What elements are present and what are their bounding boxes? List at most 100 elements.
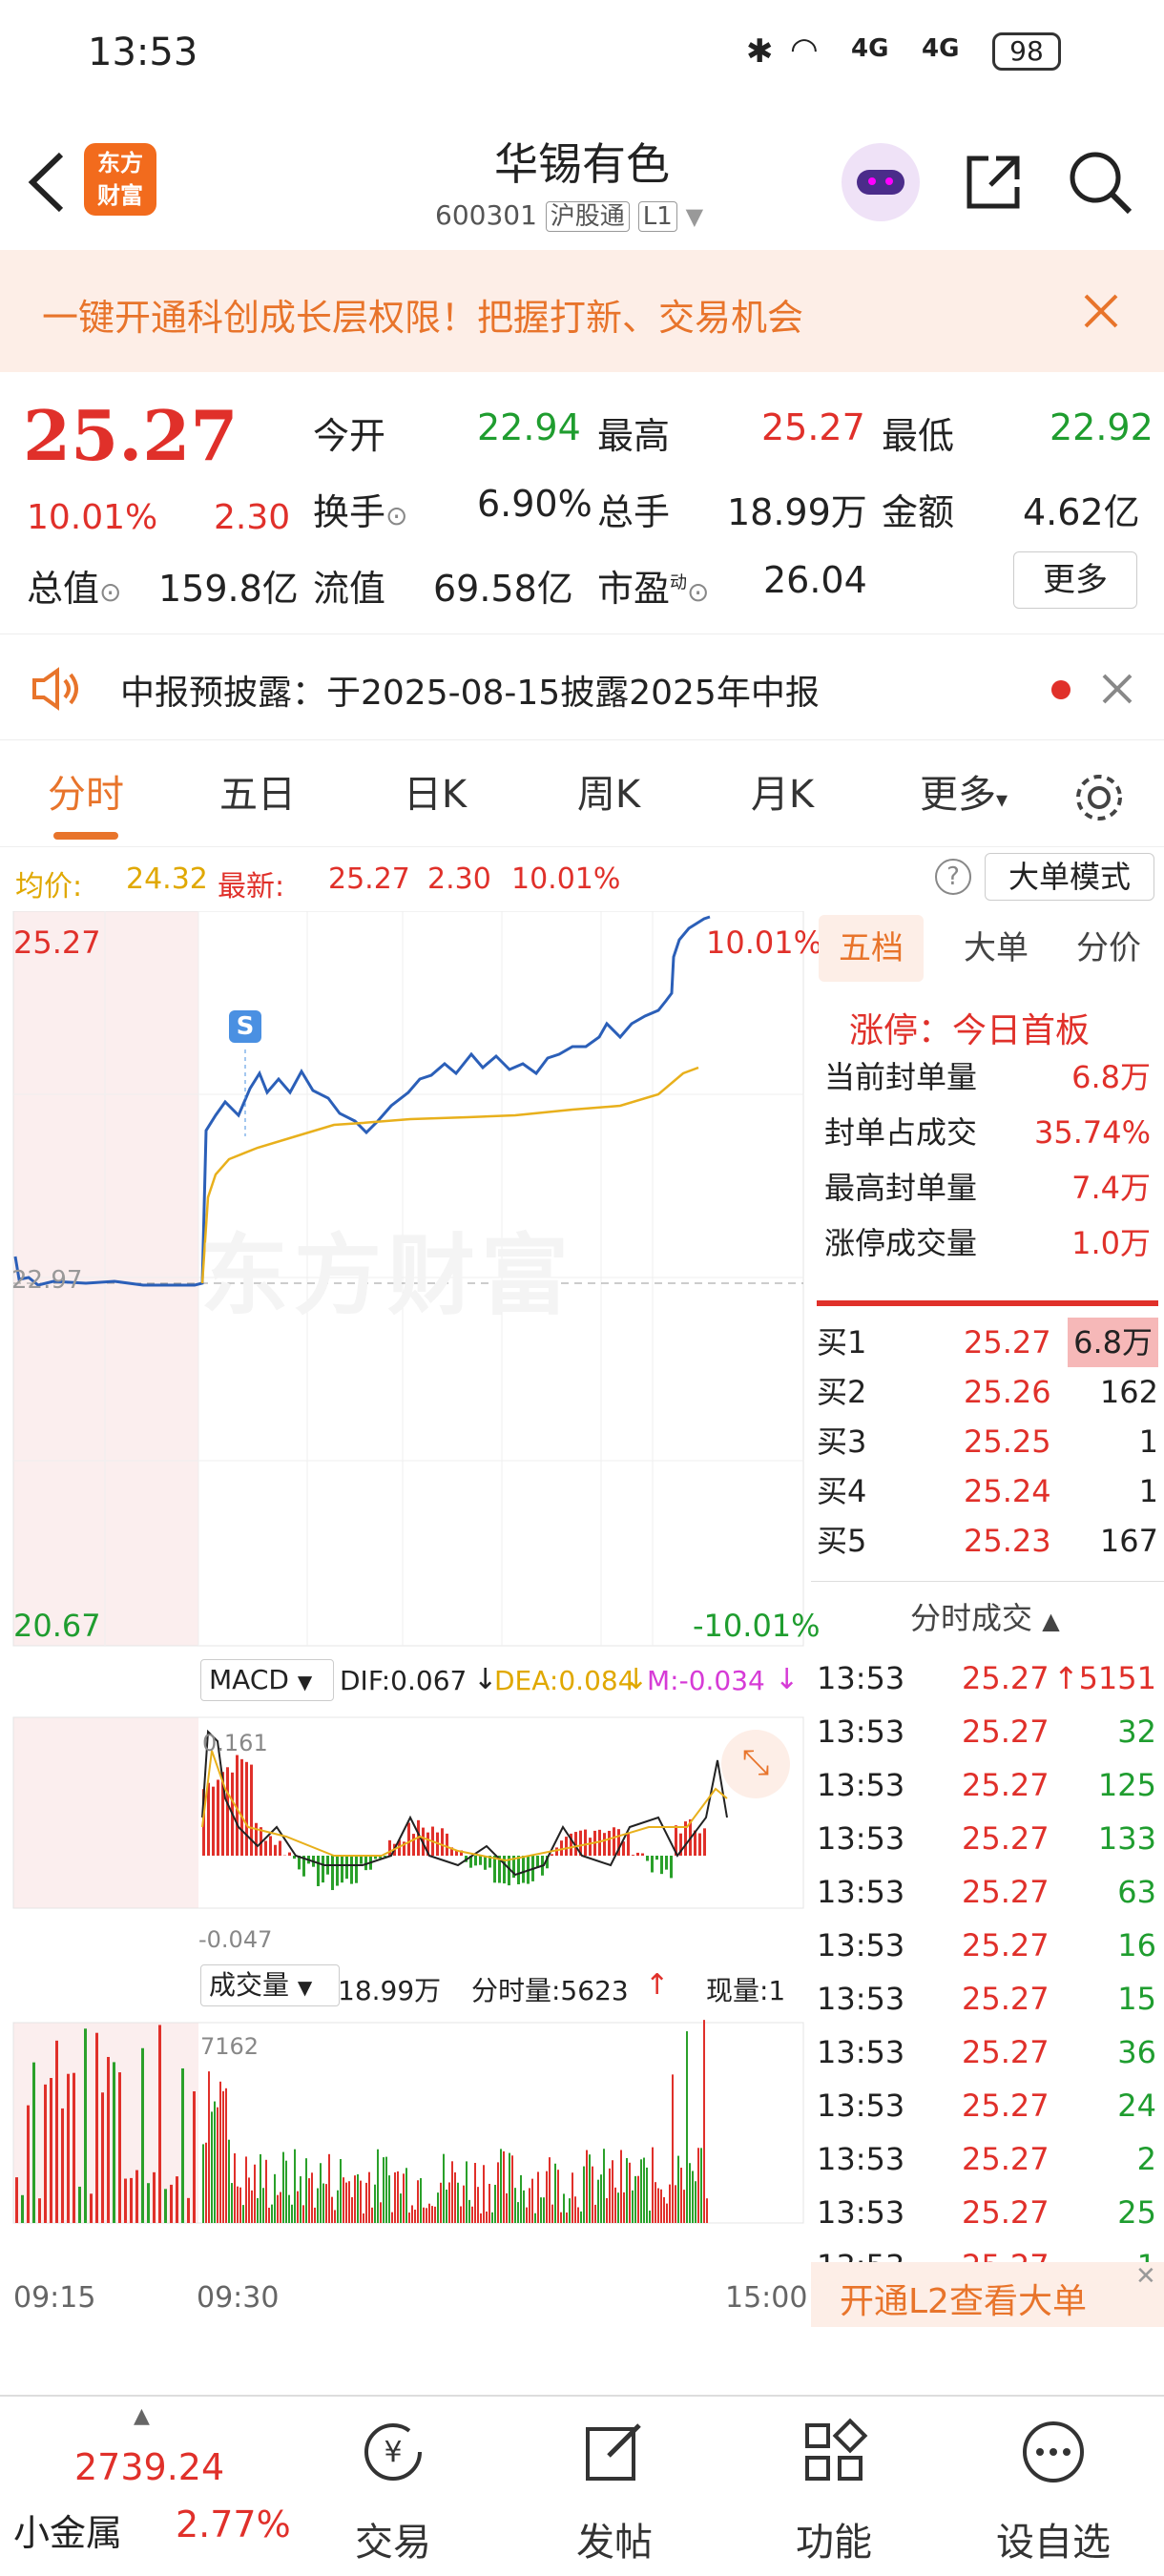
close-icon[interactable] bbox=[1101, 673, 1133, 705]
turnover-label[interactable]: 换手⊙ bbox=[313, 483, 407, 535]
bid-price: 25.27 bbox=[964, 1324, 1051, 1361]
expand-icon[interactable]: ⤡ bbox=[721, 1730, 790, 1798]
search-icon[interactable] bbox=[1067, 149, 1133, 216]
share-icon[interactable] bbox=[962, 151, 1025, 214]
macd-selector[interactable]: MACD ▼ bbox=[200, 1659, 334, 1701]
nav-add-watchlist[interactable]: 设自选 bbox=[958, 2397, 1149, 2576]
stock-code-row[interactable]: 600301 沪股通 L1 ▼ bbox=[435, 197, 703, 232]
close-icon[interactable]: ✕ bbox=[1135, 2262, 1156, 2291]
volume-bar bbox=[15, 2177, 18, 2223]
tab-five-day[interactable]: 五日 bbox=[200, 742, 315, 847]
pe-label[interactable]: 市盈动⊙ bbox=[597, 559, 709, 612]
index-value[interactable]: 2739.24 bbox=[74, 2446, 224, 2488]
tick-volume: 125 bbox=[1097, 1767, 1156, 1803]
volume-bar bbox=[500, 2149, 502, 2223]
volume-selector[interactable]: 成交量 ▼ bbox=[200, 1964, 340, 2006]
seal-row: 涨停成交量 1.0万 bbox=[811, 1218, 1164, 1268]
tick-time: 13:53 bbox=[817, 1714, 905, 1750]
macd-bar-up bbox=[584, 1829, 587, 1856]
panel-tab-level5[interactable]: 五档 bbox=[819, 915, 924, 982]
dropdown-icon: ▼ bbox=[685, 203, 704, 230]
big-order-mode-button[interactable]: 大单模式 bbox=[985, 853, 1154, 901]
tab-daily-k[interactable]: 日K bbox=[378, 742, 492, 847]
macd-dif: DIF:0.067 bbox=[340, 1665, 468, 1696]
volume-bar bbox=[586, 2150, 588, 2223]
volume-bar bbox=[208, 2071, 210, 2223]
tab-more[interactable]: 更多▾ bbox=[897, 742, 1030, 847]
nav-post[interactable]: 发帖 bbox=[519, 2397, 710, 2576]
ticks-title[interactable]: 分时成交 ▲ bbox=[910, 1594, 1060, 1638]
bid-row[interactable]: 买3 25.25 1 bbox=[811, 1417, 1164, 1466]
volume-bar bbox=[523, 2190, 525, 2223]
macd-bar-up bbox=[240, 1758, 243, 1856]
seal-value: 1.0万 bbox=[1071, 1225, 1151, 1261]
tick-time: 13:53 bbox=[817, 1767, 905, 1803]
macd-bar-up bbox=[636, 1852, 639, 1856]
volume-bar bbox=[405, 2168, 407, 2223]
help-icon[interactable]: ? bbox=[935, 859, 971, 895]
volume-bar bbox=[262, 2188, 264, 2223]
settings-icon[interactable] bbox=[1072, 771, 1126, 824]
volume-bar bbox=[677, 2155, 679, 2223]
chart-tabs: 分时 五日 日K 周K 月K 更多▾ bbox=[0, 742, 1164, 847]
bid-row[interactable]: 买5 25.23 167 bbox=[811, 1516, 1164, 1566]
tab-weekly-k[interactable]: 周K bbox=[551, 742, 666, 847]
volume-bar bbox=[73, 2072, 75, 2223]
index-pct[interactable]: 2.77% bbox=[176, 2503, 291, 2545]
mcap-value: 159.8亿 bbox=[158, 568, 299, 610]
signal-marker[interactable]: S bbox=[229, 1010, 261, 1043]
tab-monthly-k[interactable]: 月K bbox=[725, 742, 840, 847]
promo-banner[interactable]: 一键开通科创成长层权限！把握打新、交易机会 bbox=[0, 250, 1164, 372]
volume-bar bbox=[680, 2168, 682, 2223]
bid-row[interactable]: 买2 25.26 162 bbox=[811, 1367, 1164, 1417]
volume-bar bbox=[655, 2182, 656, 2223]
bluetooth-icon: ✱ bbox=[746, 32, 774, 71]
nav-functions[interactable]: 功能 bbox=[738, 2397, 929, 2576]
macd-bar-up bbox=[407, 1822, 410, 1856]
last-label: 最新: bbox=[218, 870, 285, 904]
mcap-label[interactable]: 总值⊙ bbox=[27, 559, 121, 612]
panel-tab-big-order[interactable]: 大单 bbox=[948, 915, 1044, 982]
volume-bar bbox=[448, 2182, 450, 2223]
bid-row[interactable]: 买1 25.27 6.8万 bbox=[811, 1318, 1164, 1367]
bid-volume: 162 bbox=[1099, 1374, 1158, 1410]
volume-bar bbox=[494, 2184, 496, 2223]
tick-time: 13:53 bbox=[817, 1820, 905, 1857]
volume-bar bbox=[434, 2206, 436, 2223]
tick-price: 25.27 bbox=[962, 1767, 1050, 1803]
volume-bar bbox=[543, 2197, 545, 2223]
close-icon[interactable] bbox=[1082, 292, 1120, 330]
volume-bar bbox=[239, 2187, 241, 2223]
tick-time: 13:53 bbox=[817, 1874, 905, 1910]
volume-bar bbox=[32, 2062, 35, 2223]
macd-bar-up bbox=[613, 1827, 615, 1856]
bid-volume: 1 bbox=[1138, 1473, 1158, 1509]
more-button[interactable]: 更多 bbox=[1013, 551, 1137, 609]
intraday-chart-area[interactable]: 25.27 20.67 10.01% -10.01% 22.97 东方财富 S … bbox=[0, 911, 822, 2342]
assistant-avatar[interactable] bbox=[842, 143, 920, 221]
panel-tab-price[interactable]: 分价 bbox=[1061, 915, 1156, 982]
nav-post-label: 发帖 bbox=[576, 2521, 653, 2565]
amount-value: 4.62亿 bbox=[1023, 491, 1140, 533]
volume-bar bbox=[274, 2173, 276, 2223]
volume-bar bbox=[643, 2157, 645, 2223]
bid-price: 25.26 bbox=[964, 1374, 1051, 1410]
low-value: 22.92 bbox=[1050, 406, 1154, 448]
volume-bar bbox=[400, 2193, 402, 2223]
back-icon[interactable] bbox=[23, 149, 71, 216]
macd-bar-up bbox=[274, 1844, 277, 1856]
seal-row: 当前封单量 6.8万 bbox=[811, 1052, 1164, 1102]
pct-axis-bottom-label: -10.01% bbox=[693, 1608, 821, 1644]
bid-row[interactable]: 买4 25.24 1 bbox=[811, 1466, 1164, 1516]
avg-value: 24.32 bbox=[126, 862, 208, 896]
volume-bar bbox=[666, 2203, 668, 2223]
volume-bar bbox=[124, 2178, 127, 2223]
prev-close-label: 22.97 bbox=[11, 1266, 83, 1295]
change-pct: 10.01% bbox=[27, 498, 158, 537]
macd-bar-up bbox=[608, 1830, 611, 1856]
volume-bar bbox=[357, 2173, 359, 2223]
index-name[interactable]: 小金属 bbox=[13, 2503, 122, 2556]
notice-bar[interactable]: 中报预披露：于2025-08-15披露2025年中报 bbox=[0, 634, 1164, 740]
l2-upgrade-banner[interactable]: 开通L2查看大单 ✕ bbox=[811, 2262, 1164, 2327]
nav-trade[interactable]: ¥ 交易 bbox=[298, 2397, 488, 2576]
